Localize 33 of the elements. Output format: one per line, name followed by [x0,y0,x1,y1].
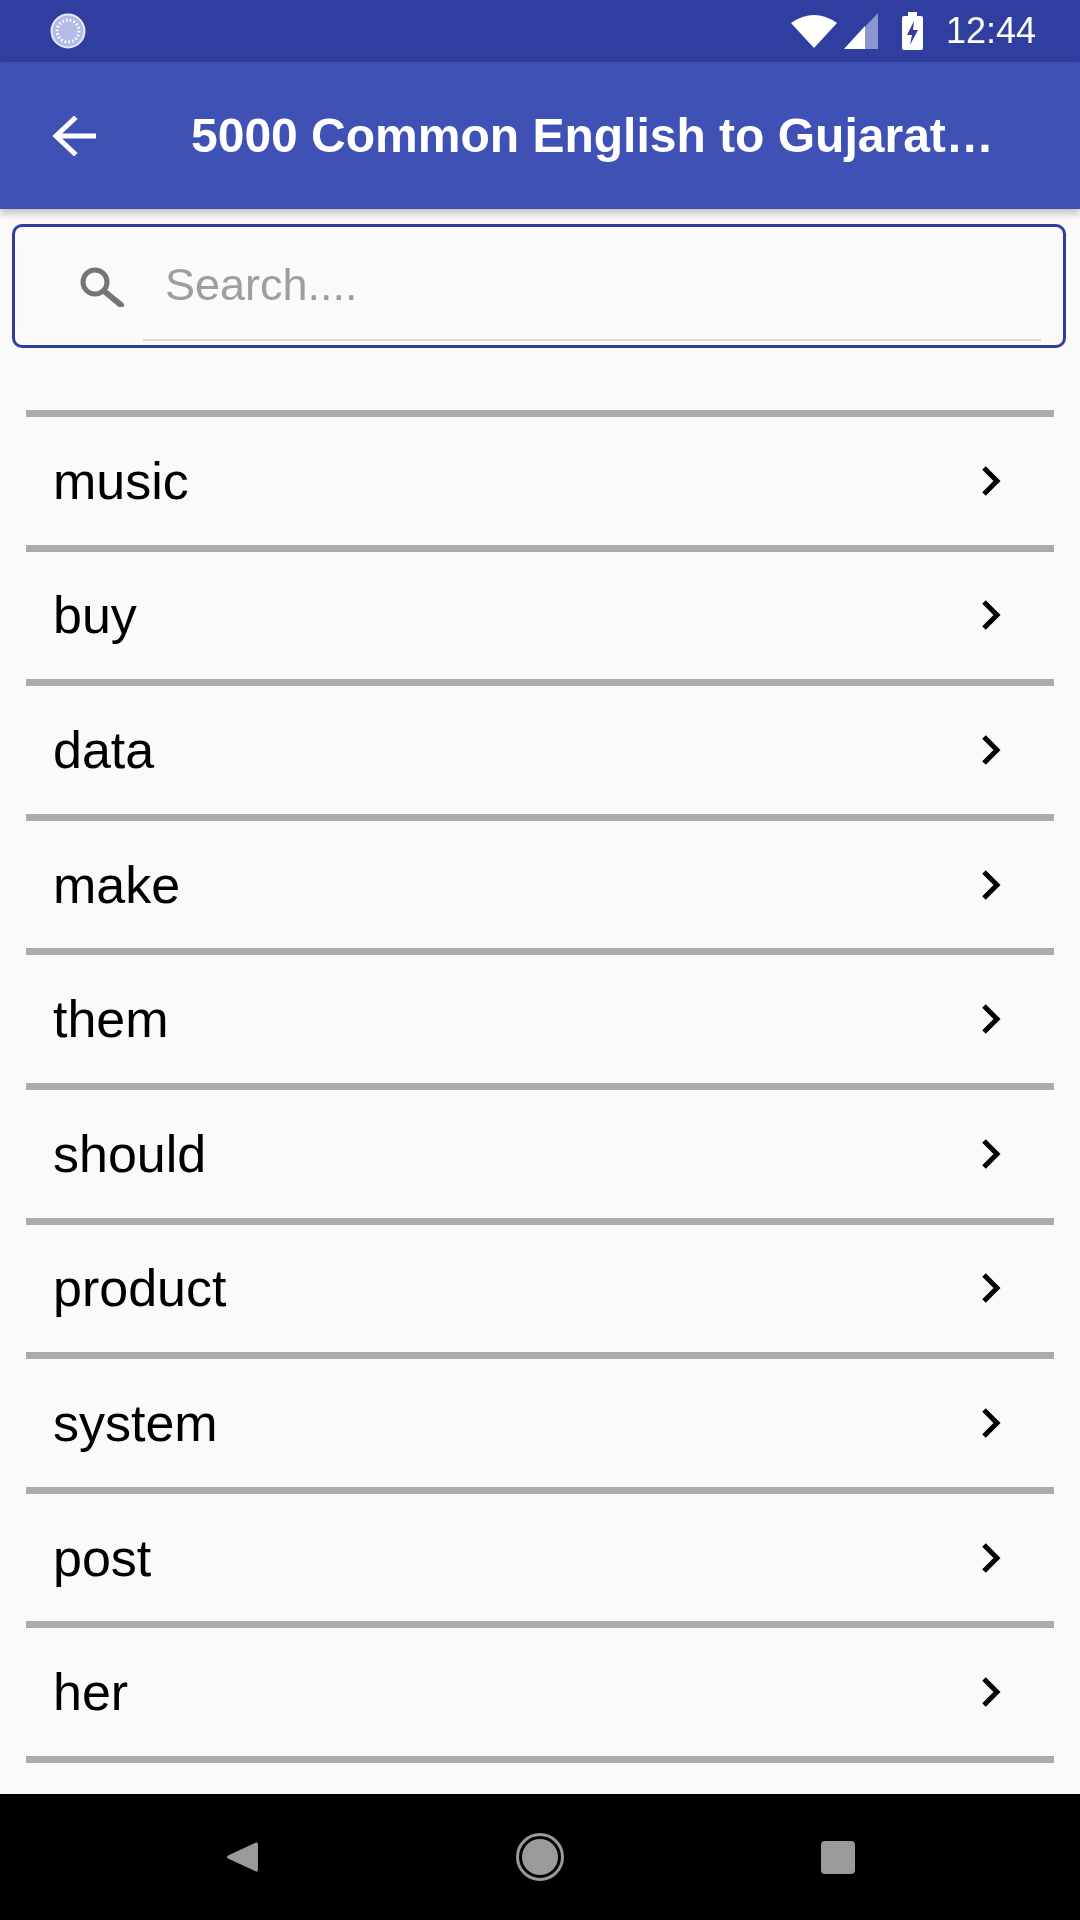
nav-back-icon[interactable] [226,1840,258,1874]
chevron-right-icon [981,464,1001,497]
chevron-right-icon [981,734,1001,766]
search-field[interactable]: Search.... [12,224,1066,348]
app-title: 5000 Common English to Gujarat… [191,107,994,164]
word-list-item[interactable]: buy [26,551,1054,680]
word-list-item[interactable]: music [26,417,1054,545]
word-list-item[interactable]: her [26,1628,1054,1756]
chevron-right-icon [981,1272,1001,1305]
word-list-item[interactable]: product [26,1224,1054,1353]
signal-icon [843,13,878,49]
spinner-icon [50,13,86,49]
word-list-item[interactable]: them [26,955,1054,1083]
search-icon [78,265,125,307]
chevron-right-icon [981,1003,1001,1036]
chevron-right-icon [981,1676,1001,1709]
word-list-item[interactable]: data [26,686,1054,814]
wifi-icon [790,14,837,48]
word-list-item[interactable]: post [26,1493,1054,1622]
word-list-item[interactable]: should [26,1089,1054,1218]
status-time: 12:44 [945,13,1036,49]
back-button[interactable] [52,115,96,156]
chevron-right-icon [981,1137,1001,1170]
chevron-right-icon [981,1406,1001,1439]
word-list-item[interactable]: make [26,820,1054,949]
back-arrow-icon [52,115,96,156]
chevron-right-icon [981,599,1001,632]
nav-recents-icon[interactable] [821,1840,855,1874]
word-list-item[interactable]: system [26,1359,1054,1487]
nav-home-icon[interactable] [516,1833,564,1881]
chevron-right-icon [981,1541,1001,1574]
chevron-right-icon [981,868,1001,901]
battery-charging-icon [901,12,923,50]
